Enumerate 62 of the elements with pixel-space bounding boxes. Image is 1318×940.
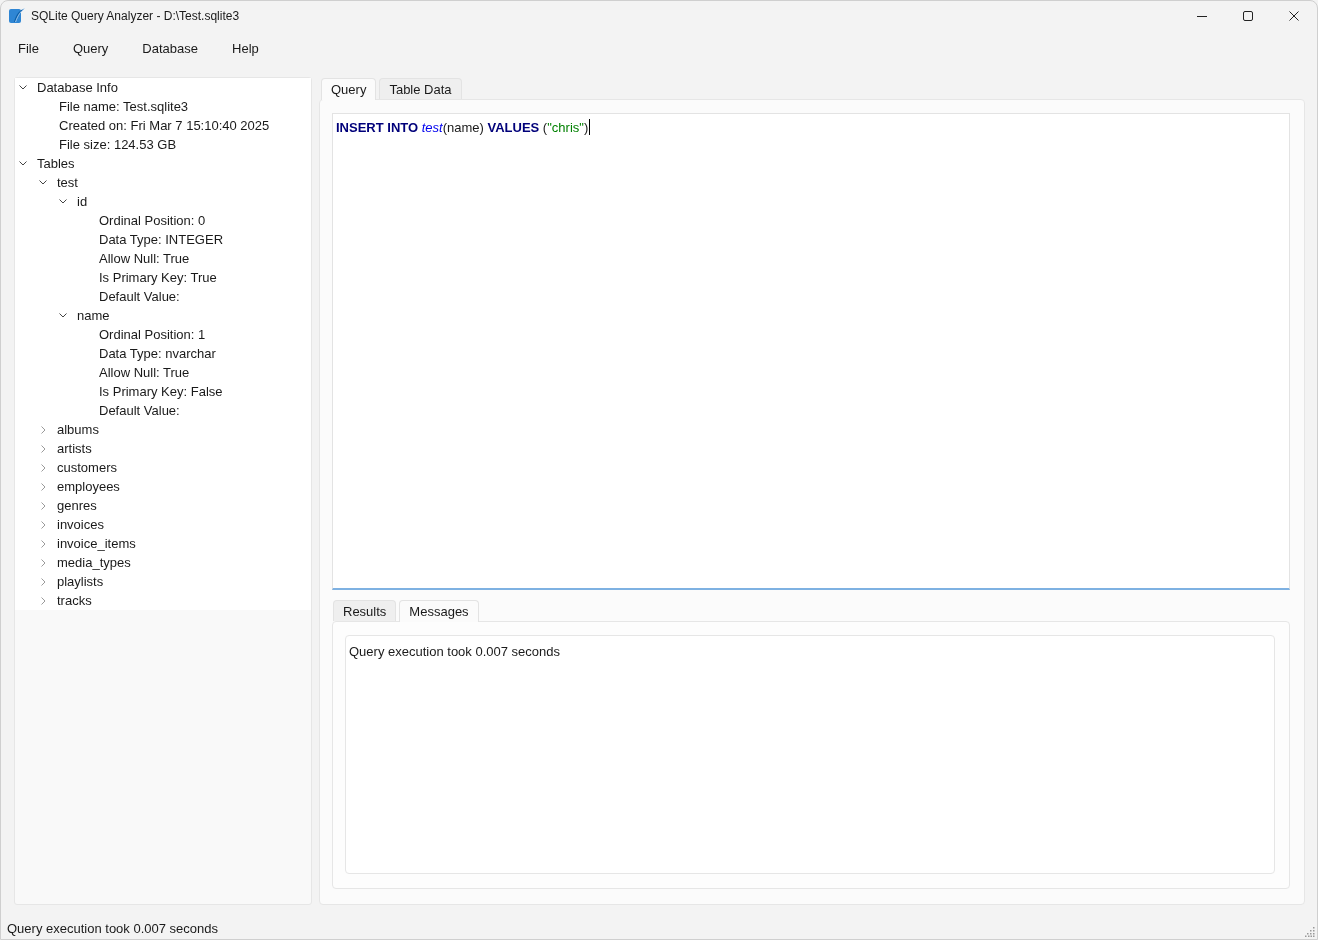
tree-item[interactable]: albums xyxy=(41,420,99,439)
message-text: Query execution took 0.007 seconds xyxy=(349,644,561,659)
editor-tab[interactable]: Query xyxy=(321,78,377,100)
tree-item[interactable]: Ordinal Position: 0 xyxy=(99,211,206,230)
tree-item[interactable]: id xyxy=(59,192,88,211)
menu-item[interactable]: Query xyxy=(55,34,126,63)
window-title: SQLite Query Analyzer - D:\Test.sqlite3 xyxy=(31,9,240,23)
chevron-down-icon[interactable] xyxy=(59,199,67,204)
chevron-right-icon[interactable] xyxy=(41,520,46,529)
menu-item[interactable]: Help xyxy=(215,34,276,63)
chevron-right-icon[interactable] xyxy=(41,444,46,453)
chevron-down-icon[interactable] xyxy=(59,313,67,318)
tree-item[interactable]: media_types xyxy=(41,553,131,572)
tree-item[interactable]: Default Value: xyxy=(99,401,180,420)
chevron-right-icon[interactable] xyxy=(41,501,46,510)
chevron-right-icon[interactable] xyxy=(41,482,46,491)
tree-item[interactable]: employees xyxy=(41,477,120,496)
tree-item[interactable]: playlists xyxy=(41,572,104,591)
tree-item[interactable]: File size: 124.53 GB xyxy=(59,135,177,154)
menu-item[interactable]: Database xyxy=(125,34,215,63)
tree-item[interactable]: genres xyxy=(41,496,97,515)
sql-code-line: INSERT INTO test(name) VALUES ("chris") xyxy=(336,119,589,135)
chevron-right-icon[interactable] xyxy=(41,596,46,605)
chevron-down-icon[interactable] xyxy=(19,161,27,166)
menu-item[interactable]: File xyxy=(1,34,56,63)
chevron-down-icon[interactable] xyxy=(39,180,47,185)
chevron-right-icon[interactable] xyxy=(41,425,46,434)
tree-item[interactable]: Is Primary Key: True xyxy=(99,268,217,287)
tree-item[interactable]: Ordinal Position: 1 xyxy=(99,325,206,344)
tree-item[interactable]: Allow Null: True xyxy=(99,249,190,268)
tree-item[interactable]: Allow Null: True xyxy=(99,363,190,382)
tree-item[interactable]: Database Info xyxy=(19,78,118,97)
status-text: Query execution took 0.007 seconds xyxy=(7,920,219,936)
tree-item[interactable]: Tables xyxy=(19,154,75,173)
minimize-icon xyxy=(1197,15,1207,17)
result-tab[interactable]: Messages xyxy=(399,600,479,622)
chevron-down-icon[interactable] xyxy=(19,85,27,90)
tree-item[interactable]: artists xyxy=(41,439,92,458)
close-icon xyxy=(1289,11,1299,21)
maximize-icon xyxy=(1243,11,1253,21)
resize-grip-icon[interactable] xyxy=(1305,927,1315,937)
feather-icon xyxy=(9,8,25,24)
tree-item[interactable]: Data Type: INTEGER xyxy=(99,230,224,249)
chevron-right-icon[interactable] xyxy=(41,577,46,586)
chevron-right-icon[interactable] xyxy=(41,463,46,472)
tree-item[interactable]: customers xyxy=(41,458,117,477)
result-tab[interactable]: Results xyxy=(333,600,397,621)
chevron-right-icon[interactable] xyxy=(41,539,46,548)
tree-item[interactable]: Data Type: nvarchar xyxy=(99,344,216,363)
tree-item[interactable]: Created on: Fri Mar 7 15:10:40 2025 xyxy=(59,116,270,135)
query-editor[interactable]: INSERT INTO test(name) VALUES ("chris") xyxy=(332,113,1290,590)
tree-item[interactable]: Is Primary Key: False xyxy=(99,382,223,401)
tree-item[interactable]: invoice_items xyxy=(41,534,136,553)
chevron-right-icon[interactable] xyxy=(41,558,46,567)
tree-item[interactable]: tracks xyxy=(41,591,92,610)
tree-item[interactable]: File name: Test.sqlite3 xyxy=(59,97,189,116)
tree-item[interactable]: invoices xyxy=(41,515,104,534)
editor-tab[interactable]: Table Data xyxy=(379,78,462,99)
tree-item[interactable]: name xyxy=(59,306,110,325)
text-cursor-icon xyxy=(589,119,591,135)
tree-item[interactable]: test xyxy=(39,173,78,192)
tree-item[interactable]: Default Value: xyxy=(99,287,180,306)
